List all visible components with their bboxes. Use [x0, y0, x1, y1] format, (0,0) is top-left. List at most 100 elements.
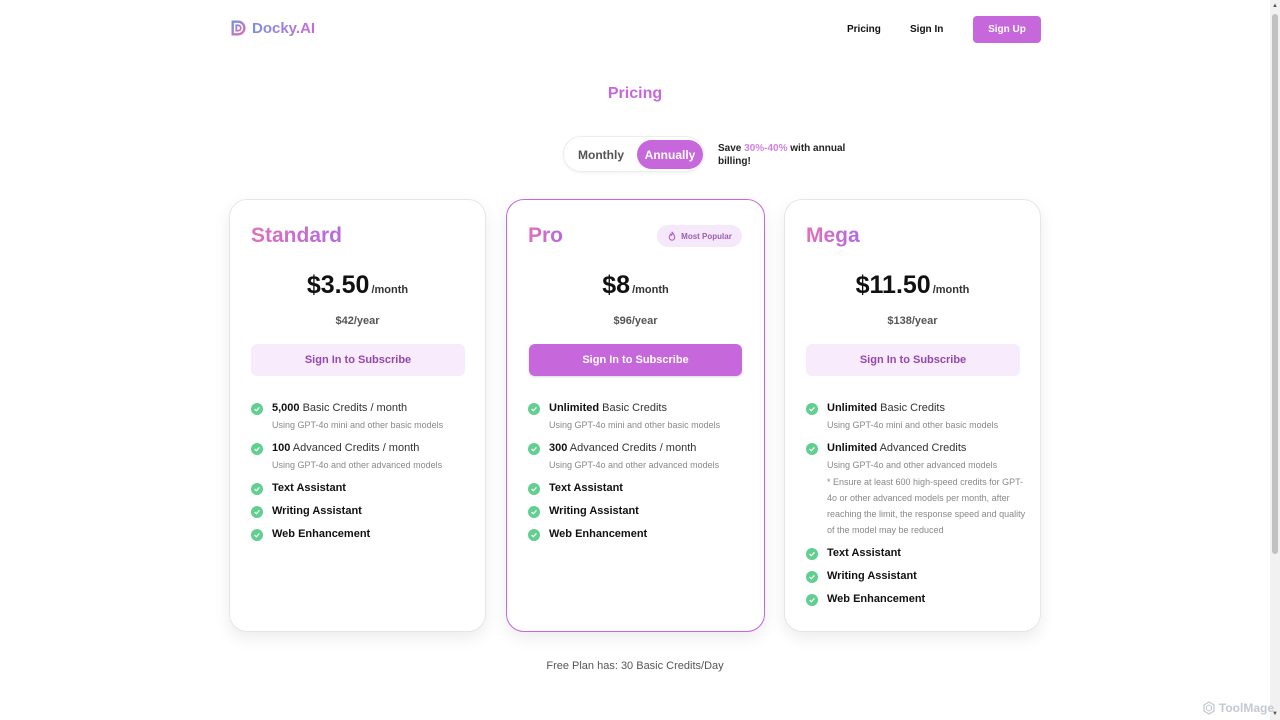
docky-logo-icon: [231, 20, 246, 36]
price-unit: /month: [371, 284, 409, 296]
scrollbar-thumb[interactable]: [1272, 14, 1278, 554]
nav-sign-in-link[interactable]: Sign In: [910, 24, 943, 35]
feature-text: Unlimited Advanced Credits: [827, 441, 1026, 456]
scroll-up-arrow-icon[interactable]: ▲: [1272, 3, 1278, 9]
check-circle-icon: [528, 483, 540, 495]
feature-subtext: Using GPT-4o and other advanced models: [272, 460, 443, 470]
check-circle-icon: [251, 529, 263, 541]
check-circle-icon: [528, 506, 540, 518]
check-circle-icon: [806, 594, 818, 606]
savings-percentage: 30%-40%: [744, 143, 788, 154]
feature-item: 5,000 Basic Credits / month Using GPT-4o…: [251, 401, 471, 433]
feature-strong: Unlimited: [549, 402, 600, 414]
yearly-price: $138/year: [887, 315, 938, 327]
feature-label: Basic Credits / month: [299, 402, 408, 414]
price-row: $3.50/month: [230, 271, 485, 300]
feature-list: Unlimited Basic Credits Using GPT-4o min…: [528, 401, 748, 550]
vertical-scrollbar[interactable]: ▲ ▼: [1270, 0, 1280, 720]
feature-title: Web Enhancement: [827, 593, 926, 605]
feature-label: Basic Credits: [599, 402, 667, 414]
feature-label: Advanced Credits: [877, 442, 967, 454]
feature-label: Advanced Credits / month: [567, 442, 697, 454]
check-circle-icon: [806, 548, 818, 560]
top-navbar: Docky.AI Pricing Sign In Sign Up: [0, 0, 1270, 58]
feature-text: 5,000 Basic Credits / month: [272, 401, 471, 416]
feature-subtext: Using GPT-4o and other advanced models: [549, 460, 720, 470]
plan-price: $3.50: [306, 271, 370, 299]
feature-strong: 100: [272, 442, 291, 454]
feature-item: Web Enhancement: [806, 592, 1026, 607]
feature-footnote: * Ensure at least 600 high-speed credits…: [827, 477, 1026, 535]
free-plan-note: Free Plan has: 30 Basic Credits/Day: [546, 660, 724, 672]
subscribe-button[interactable]: Sign In to Subscribe: [806, 344, 1020, 376]
feature-item: Text Assistant: [528, 481, 748, 496]
feature-strong: Unlimited: [827, 442, 878, 454]
feature-title: Text Assistant: [549, 482, 623, 494]
brand-name: Docky.AI: [252, 19, 316, 37]
check-circle-icon: [528, 443, 540, 455]
pricing-page: Docky.AI Pricing Sign In Sign Up Pricing…: [0, 0, 1280, 720]
savings-prefix: Save: [718, 143, 745, 154]
feature-title: Text Assistant: [272, 482, 346, 494]
check-circle-icon: [251, 506, 263, 518]
check-circle-icon: [806, 571, 818, 583]
feature-subtext: Using GPT-4o mini and other basic models: [827, 420, 999, 430]
watermark: ToolMage: [1202, 701, 1274, 715]
subscribe-button[interactable]: Sign In to Subscribe: [251, 344, 465, 376]
feature-item: Text Assistant: [806, 546, 1026, 561]
annually-option[interactable]: Annually: [637, 140, 703, 169]
feature-subtext: Using GPT-4o and other advanced models: [827, 460, 998, 470]
yearly-price: $96/year: [613, 315, 658, 327]
nav-pricing-link[interactable]: Pricing: [847, 24, 881, 35]
check-circle-icon: [251, 443, 263, 455]
feature-item: Web Enhancement: [528, 527, 748, 542]
subscribe-button[interactable]: Sign In to Subscribe: [529, 344, 742, 376]
feature-item: Unlimited Basic Credits Using GPT-4o min…: [806, 401, 1026, 433]
brand-logo[interactable]: Docky.AI: [230, 19, 315, 37]
feature-list: 5,000 Basic Credits / month Using GPT-4o…: [251, 401, 471, 550]
feature-title: Web Enhancement: [272, 528, 371, 540]
billing-toggle[interactable]: Monthly Annually: [563, 136, 704, 172]
feature-text: Unlimited Basic Credits: [549, 401, 748, 416]
feature-strong: 5,000: [272, 402, 300, 414]
feature-item: Text Assistant: [251, 481, 471, 496]
check-circle-icon: [528, 403, 540, 415]
yearly-price: $42/year: [335, 315, 380, 327]
feature-item: Writing Assistant: [528, 504, 748, 519]
price-row: $11.50/month: [785, 271, 1040, 300]
feature-text: 100 Advanced Credits / month: [272, 441, 471, 456]
price-unit: /month: [932, 284, 970, 296]
badge-label: Most Popular: [681, 231, 732, 241]
feature-title: Writing Assistant: [272, 505, 362, 517]
plan-name: Standard: [251, 224, 343, 247]
feature-subtext: Using GPT-4o mini and other basic models: [549, 420, 721, 430]
plan-name: Mega: [806, 224, 860, 247]
feature-item: Unlimited Basic Credits Using GPT-4o min…: [528, 401, 748, 433]
feature-strong: 300: [549, 442, 568, 454]
feature-title: Writing Assistant: [549, 505, 639, 517]
price-row: $8/month: [507, 271, 764, 300]
check-circle-icon: [806, 403, 818, 415]
price-unit: /month: [632, 284, 669, 296]
feature-label: Advanced Credits / month: [290, 442, 420, 454]
feature-item: 300 Advanced Credits / month Using GPT-4…: [528, 441, 748, 473]
plan-card-pro: Pro Most Popular $8/month $96/year Sign …: [506, 199, 765, 632]
feature-list: Unlimited Basic Credits Using GPT-4o min…: [806, 401, 1026, 615]
check-circle-icon: [528, 529, 540, 541]
feature-item: Unlimited Advanced Credits Using GPT-4o …: [806, 441, 1026, 538]
feature-item: Web Enhancement: [251, 527, 471, 542]
feature-label: Basic Credits: [877, 402, 945, 414]
feature-item: Writing Assistant: [251, 504, 471, 519]
plan-price: $11.50: [855, 271, 931, 299]
monthly-option[interactable]: Monthly: [572, 141, 630, 169]
watermark-text: ToolMage: [1218, 701, 1274, 715]
feature-title: Web Enhancement: [549, 528, 648, 540]
feature-text: 300 Advanced Credits / month: [549, 441, 748, 456]
plan-price: $8: [602, 271, 631, 299]
feature-title: Text Assistant: [827, 547, 901, 559]
feature-item: Writing Assistant: [806, 569, 1026, 584]
sign-up-button[interactable]: Sign Up: [973, 16, 1041, 43]
watermark-logo-icon: [1203, 701, 1215, 715]
feature-item: 100 Advanced Credits / month Using GPT-4…: [251, 441, 471, 473]
feature-subtext: Using GPT-4o mini and other basic models: [272, 420, 444, 430]
